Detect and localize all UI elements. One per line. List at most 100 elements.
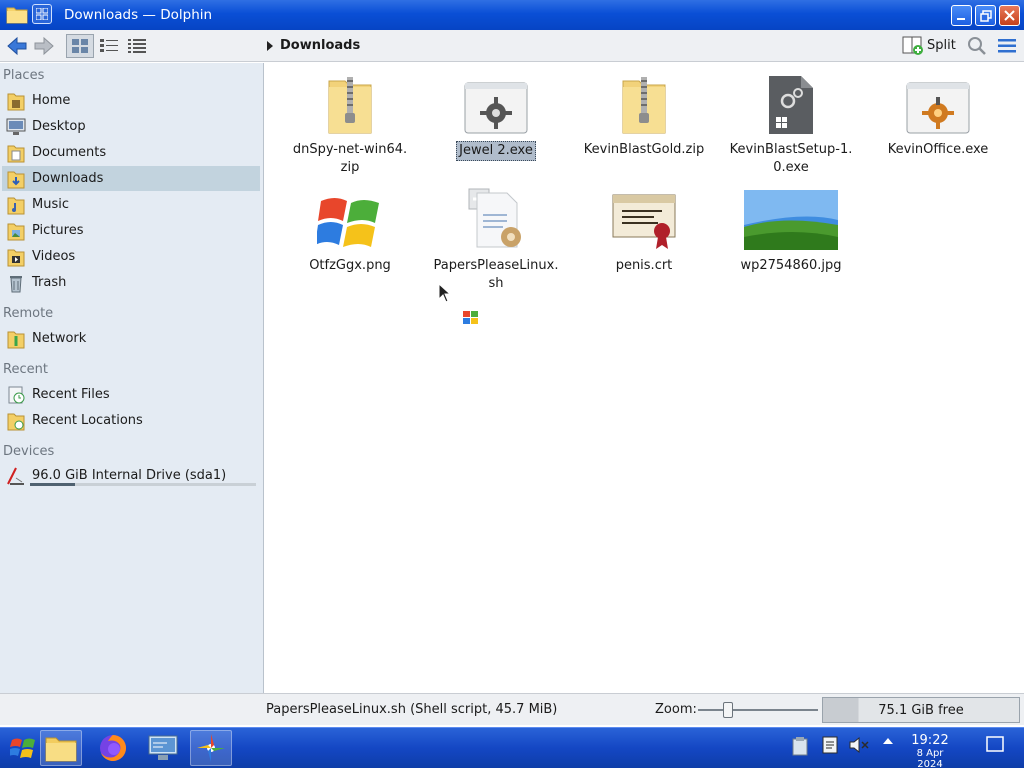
downloads-folder-icon bbox=[5, 168, 27, 190]
sidebar-item-trash[interactable]: Trash bbox=[2, 270, 260, 295]
mouse-cursor-icon bbox=[438, 283, 452, 303]
clipboard-icon bbox=[792, 737, 808, 756]
sidebar-item-label: Pictures bbox=[32, 223, 84, 238]
executable-icon bbox=[906, 82, 970, 134]
file-view[interactable]: dnSpy-net-win64. zip Jewel 2.exe KevinBl… bbox=[266, 63, 1022, 693]
start-windows-logo-icon bbox=[10, 738, 35, 758]
status-bar: PapersPleaseLinux.sh (Shell script, 45.7… bbox=[0, 693, 1024, 725]
show-desktop-icon bbox=[986, 736, 1004, 752]
sidebar-item-videos[interactable]: Videos bbox=[2, 244, 260, 269]
back-button[interactable] bbox=[5, 34, 29, 58]
details-view-button[interactable] bbox=[124, 34, 150, 58]
clock-date: 8 Apr 2024 bbox=[916, 748, 944, 768]
breadcrumb-current[interactable]: Downloads bbox=[280, 38, 360, 53]
sidebar-item-music[interactable]: Music bbox=[2, 192, 260, 217]
file-item[interactable]: KevinOffice.exe bbox=[868, 71, 1008, 159]
minimize-button[interactable] bbox=[951, 5, 972, 26]
file-name: penis.crt bbox=[615, 258, 673, 273]
wallpaper-image-icon bbox=[744, 190, 838, 250]
file-name: KevinBlastGold.zip bbox=[583, 142, 705, 157]
hamburger-menu-button[interactable] bbox=[995, 34, 1019, 58]
clock[interactable]: 19:22 8 Apr 2024 bbox=[904, 733, 956, 768]
close-icon bbox=[1004, 10, 1015, 21]
tray-volume[interactable] bbox=[848, 736, 870, 754]
file-name: KevinOffice.exe bbox=[887, 142, 989, 157]
sidebar-item-label: Trash bbox=[32, 275, 67, 290]
taskbar-system-monitor[interactable] bbox=[142, 730, 184, 766]
free-space-indicator[interactable]: 75.1 GiB free bbox=[822, 697, 1020, 723]
sidebar-item-label: Home bbox=[32, 93, 71, 108]
compact-view-button[interactable] bbox=[96, 34, 122, 58]
file-item[interactable]: OtfzGgx.png bbox=[280, 187, 420, 275]
file-item[interactable]: penis.crt bbox=[574, 187, 714, 275]
tray-notes[interactable] bbox=[820, 736, 840, 754]
sidebar-item-desktop[interactable]: Desktop bbox=[2, 114, 260, 139]
split-label: Split bbox=[927, 37, 956, 53]
sidebar-item-home[interactable]: Home bbox=[2, 88, 260, 113]
split-button[interactable]: Split bbox=[902, 35, 956, 55]
tray-expand[interactable] bbox=[879, 736, 897, 746]
desktop-icon bbox=[5, 116, 27, 138]
drag-windows-logo-icon bbox=[463, 311, 478, 324]
places-panel: Places Home Desktop Documents Downloads … bbox=[0, 63, 264, 693]
sidebar-item-recent-locations[interactable]: Recent Locations bbox=[2, 408, 260, 433]
taskbar-firefox[interactable] bbox=[92, 730, 134, 766]
breadcrumb[interactable]: Downloads bbox=[266, 38, 360, 53]
icons-view-icon bbox=[72, 39, 88, 53]
zoom-label: Zoom: bbox=[655, 702, 697, 717]
close-button[interactable] bbox=[999, 5, 1020, 26]
file-name: wp2754860.jpg bbox=[740, 258, 842, 273]
file-item[interactable]: wp2754860.jpg bbox=[721, 187, 861, 275]
taskbar-dolphin[interactable] bbox=[40, 730, 82, 766]
file-item[interactable]: dnSpy-net-win64. zip bbox=[280, 71, 420, 177]
maximize-button[interactable] bbox=[975, 5, 996, 26]
tray-clipboard[interactable] bbox=[790, 736, 810, 756]
folder-icon bbox=[45, 737, 77, 762]
icons-view-button[interactable] bbox=[66, 34, 94, 58]
windows-logo-image-icon bbox=[317, 198, 379, 247]
toolbar: Downloads Split bbox=[0, 30, 1024, 62]
dolphin-folder-icon[interactable] bbox=[6, 4, 28, 24]
forward-button[interactable] bbox=[32, 34, 56, 58]
search-icon bbox=[968, 37, 986, 55]
file-item[interactable]: KevinBlastSetup-1. 0.exe bbox=[721, 71, 861, 177]
recent-files-icon bbox=[5, 384, 27, 406]
sidebar-item-documents[interactable]: Documents bbox=[2, 140, 260, 165]
zoom-slider-handle[interactable] bbox=[723, 702, 733, 718]
sidebar-item-label: Recent Locations bbox=[32, 413, 143, 428]
file-item-selected[interactable]: Jewel 2.exe bbox=[426, 71, 566, 161]
file-item[interactable]: KevinBlastGold.zip bbox=[574, 71, 714, 159]
search-button[interactable] bbox=[965, 34, 989, 58]
recent-locations-icon bbox=[5, 410, 27, 432]
details-view-icon bbox=[128, 39, 146, 53]
sidebar-item-network[interactable]: Network bbox=[2, 326, 260, 351]
zoom-slider[interactable] bbox=[698, 709, 818, 711]
firefox-icon bbox=[100, 735, 126, 761]
devices-section-header: Devices bbox=[3, 444, 55, 459]
sidebar-item-label: Music bbox=[32, 197, 69, 212]
forward-arrow-icon bbox=[34, 36, 54, 56]
sidebar-item-label: 96.0 GiB Internal Drive (sda1) bbox=[32, 468, 227, 483]
sidebar-item-recent-files[interactable]: Recent Files bbox=[2, 382, 260, 407]
file-name: OtfzGgx.png bbox=[309, 258, 391, 273]
taskbar: 19:22 8 Apr 2024 bbox=[0, 727, 1024, 768]
start-button[interactable] bbox=[2, 730, 44, 766]
volume-muted-icon bbox=[849, 736, 869, 754]
sidebar-item-downloads[interactable]: Downloads bbox=[2, 166, 260, 191]
recent-section-header: Recent bbox=[3, 362, 48, 377]
certificate-icon bbox=[612, 194, 676, 249]
file-item[interactable]: PapersPleaseLinux. sh bbox=[426, 187, 566, 293]
videos-folder-icon bbox=[5, 246, 27, 268]
restore-icon bbox=[979, 9, 992, 22]
zip-archive-icon bbox=[622, 77, 666, 134]
file-name: KevinBlastSetup-1. 0.exe bbox=[729, 142, 853, 175]
home-folder-icon bbox=[5, 90, 27, 112]
app-menu-icon[interactable] bbox=[32, 4, 52, 24]
window-titlebar[interactable]: Downloads — Dolphin bbox=[0, 0, 1024, 30]
drive-usage-fill bbox=[30, 483, 76, 486]
taskbar-pinwheel-app[interactable] bbox=[190, 730, 232, 766]
sidebar-item-pictures[interactable]: Pictures bbox=[2, 218, 260, 243]
show-desktop-button[interactable] bbox=[984, 736, 1006, 752]
executable-icon bbox=[464, 82, 528, 134]
remote-section-header: Remote bbox=[3, 306, 54, 321]
